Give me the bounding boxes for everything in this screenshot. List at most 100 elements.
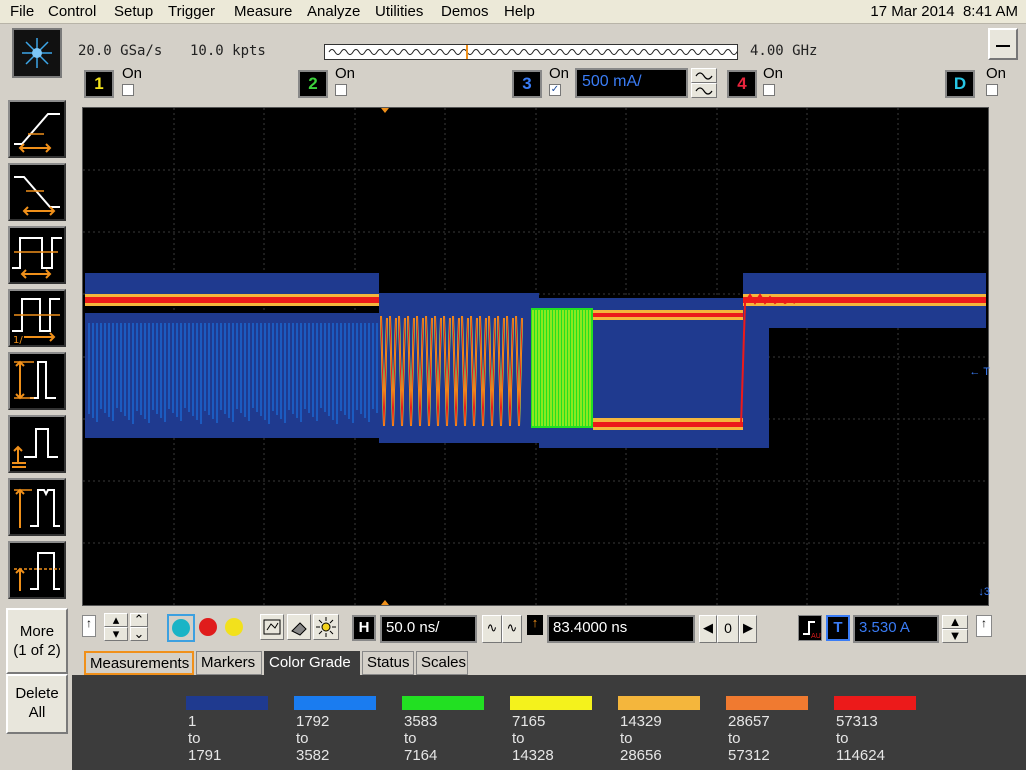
channel-3-marker-text: 3 (983, 586, 990, 598)
menu-demos[interactable]: Demos (441, 3, 489, 20)
duty-cycle-icon: 1/ (12, 298, 60, 345)
expand-down-button[interactable]: ⌄ (130, 627, 148, 641)
tab-markers[interactable]: Markers (196, 651, 262, 675)
channel-1-checkbox[interactable] (122, 84, 134, 96)
delete-all-label: All (28, 704, 46, 721)
position-right-button[interactable]: ▶ (739, 615, 757, 643)
lower-level-core (593, 422, 743, 427)
horizontal-coarse-button[interactable]: ∿ (502, 615, 522, 643)
trigger-level-up-button[interactable]: ▲ (942, 615, 968, 629)
menu-file[interactable]: File (10, 3, 34, 20)
grade-swatch (402, 696, 484, 710)
waveform-overview-bar[interactable] (324, 44, 738, 60)
channel-3-button[interactable]: 3 (512, 70, 542, 98)
minimize-icon (996, 45, 1010, 47)
trigger-level-field[interactable]: 3.530 A (853, 615, 939, 643)
delete-all-button[interactable]: Delete All (6, 674, 68, 734)
channel-2-checkbox[interactable] (335, 84, 347, 96)
channel-3-wave-button[interactable] (691, 83, 717, 98)
grade-swatch (726, 696, 808, 710)
trigger-marker-icon: ↑ (976, 615, 992, 637)
menu-measure[interactable]: Measure (234, 3, 292, 20)
menu-trigger[interactable]: Trigger (168, 3, 215, 20)
pulse-width-icon (12, 237, 62, 279)
reference-field[interactable]: 0 (717, 615, 739, 643)
red-dot-icon (199, 618, 217, 636)
grade-range-from: 7165 (512, 713, 546, 730)
grade-range-from: 57313 (836, 713, 878, 730)
rise-time-tool[interactable] (8, 100, 66, 158)
grade-range-label: 7165 to 14328 (512, 713, 554, 764)
brightness-button[interactable] (313, 614, 339, 640)
position-left-button[interactable]: ◀ (699, 615, 717, 643)
tab-measurements[interactable]: Measurements (84, 651, 194, 675)
base-level-icon (12, 428, 58, 468)
grade-range-to: 57312 (728, 747, 770, 764)
menu-analyze[interactable]: Analyze (307, 3, 360, 20)
wave-icon (695, 87, 713, 95)
channel-3-ac-coupling-button[interactable] (691, 68, 717, 83)
minimize-button[interactable] (988, 28, 1018, 60)
pulse-width-tool[interactable] (8, 226, 66, 284)
channel-4-on-label: On (763, 65, 784, 82)
grade-range-to: 3582 (296, 747, 330, 764)
agilent-logo[interactable] (12, 28, 62, 78)
trigger-level-marker-label: ← T (969, 366, 990, 378)
grade-range-label: 14329 to 28656 (620, 713, 662, 764)
grade-range-label: 1792 to 3582 (296, 713, 329, 764)
horizontal-fine-button[interactable]: ∿ (482, 615, 502, 643)
horizontal-scale-field[interactable]: 50.0 ns/ (380, 615, 477, 643)
duty-cycle-tool[interactable]: 1/ (8, 289, 66, 347)
channel-4-button[interactable]: 4 (727, 70, 757, 98)
cyan-dot-icon (172, 619, 190, 637)
menu-control[interactable]: Control (48, 3, 96, 20)
grade-range-to: 28656 (620, 747, 662, 764)
clear-display-button[interactable] (287, 614, 311, 640)
red-color-button[interactable] (195, 614, 221, 642)
grade-range-label: 1 to 1791 (188, 713, 221, 764)
middle-level-tool[interactable] (8, 541, 66, 599)
expand-up-button[interactable]: ⌃ (130, 613, 148, 627)
top-level-tool[interactable] (8, 478, 66, 536)
more-button[interactable]: More (1 of 2) (6, 608, 68, 674)
waveform-display[interactable]: ← T ↓3 (82, 107, 990, 606)
channel-1-button[interactable]: 1 (84, 70, 114, 98)
base-level-tool[interactable] (8, 415, 66, 473)
trigger-mode-button[interactable]: AUTO (798, 615, 831, 641)
channel-4-checkbox[interactable] (763, 84, 775, 96)
trigger-level-down-button[interactable]: ▼ (942, 629, 968, 643)
fall-time-tool[interactable] (8, 163, 66, 221)
tab-scales[interactable]: Scales (416, 651, 468, 675)
menu-setup[interactable]: Setup (114, 3, 153, 20)
grade-range-label: 28657 to 57312 (728, 713, 770, 764)
cyan-color-button[interactable] (167, 614, 195, 642)
channel-3-checkbox[interactable]: ✓ (549, 84, 561, 96)
grade-range-to-word: to (836, 730, 849, 747)
menu-utilities[interactable]: Utilities (375, 3, 423, 20)
autoscale-button[interactable] (260, 614, 284, 640)
amplitude-tool[interactable] (8, 352, 66, 410)
yellow-color-button[interactable] (221, 614, 247, 642)
menu-help[interactable]: Help (504, 3, 535, 20)
date-text: 17 Mar 2014 (870, 3, 955, 20)
date-time-display: 17 Mar 2014 8:41 AM (870, 3, 1018, 20)
grade-range-from: 1 (188, 713, 197, 730)
horizontal-position-field[interactable]: 83.4000 ns (547, 615, 695, 643)
memory-depth: 10.0 kpts (190, 43, 266, 59)
digital-channel-button[interactable]: D (945, 70, 975, 98)
tab-status[interactable]: Status (362, 651, 414, 675)
channel-3-scale-field[interactable]: 500 mA/ (575, 68, 688, 98)
grade-range-to: 14328 (512, 747, 554, 764)
scroll-up-button[interactable]: ▴ (104, 613, 128, 627)
top-level-icon (14, 488, 60, 528)
grade-range-from: 28657 (728, 713, 770, 730)
digital-checkbox[interactable] (986, 84, 998, 96)
more-label: More (19, 623, 55, 640)
channel-3-ground-marker: ↓3 (978, 586, 990, 598)
fall-time-icon (14, 176, 60, 216)
tab-color-grade[interactable]: Color Grade (264, 651, 360, 675)
menu-bar: File Control Setup Trigger Measure Analy… (0, 0, 1026, 24)
channel-2-button[interactable]: 2 (298, 70, 328, 98)
scroll-down-button[interactable]: ▾ (104, 627, 128, 641)
grade-range-to-word: to (188, 730, 201, 747)
